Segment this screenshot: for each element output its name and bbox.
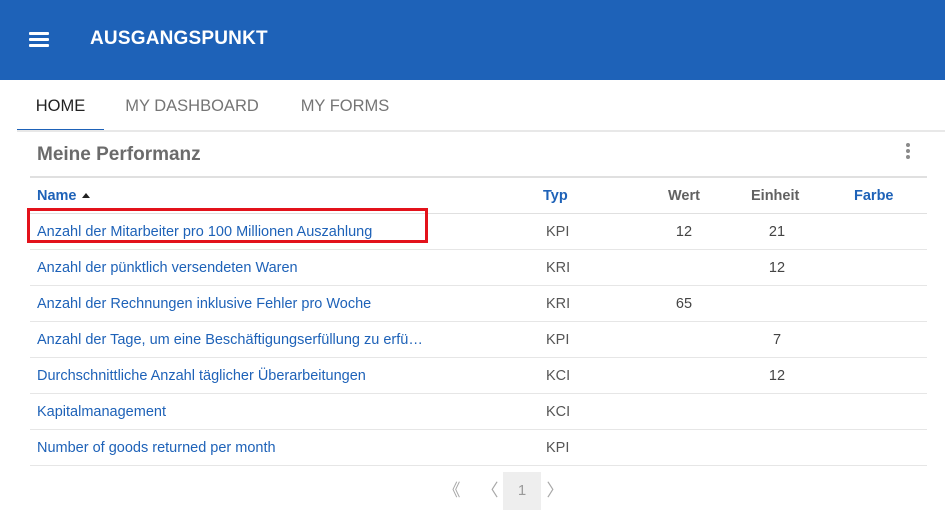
tab-my-dashboard[interactable]: MY DASHBOARD [117,80,267,132]
row-name-link[interactable]: Kapitalmanagement [37,394,477,430]
table-row: Anzahl der Rechnungen inklusive Fehler p… [30,286,927,322]
vertical-dots-icon[interactable] [900,143,916,161]
row-einheit: 21 [768,224,786,240]
row-name-link[interactable]: Anzahl der Mitarbeiter pro 100 Millionen… [37,214,477,250]
app-title: AUSGANGSPUNKT [90,28,268,49]
tab-bar: HOME MY DASHBOARD MY FORMS [0,80,945,132]
table-row: Anzahl der Mitarbeiter pro 100 Millionen… [30,214,927,250]
column-header-wert: Wert [668,188,700,204]
hamburger-menu-icon[interactable] [27,30,51,50]
row-typ: KPI [546,440,570,456]
row-name-link[interactable]: Anzahl der pünktlich versendeten Waren [37,250,477,286]
row-einheit: 12 [768,260,786,276]
table-header: Name Typ Wert Einheit Farbe [30,176,927,214]
table-row: Number of goods returned per month KPI [30,430,927,466]
next-page-icon[interactable]: 〉 [543,472,567,510]
column-header-name[interactable]: Name [37,178,90,215]
row-wert: 65 [675,296,693,312]
row-einheit: 7 [772,332,782,348]
previous-page-icon[interactable]: 〈 [478,472,502,510]
app-bar: AUSGANGSPUNKT [0,0,945,80]
tabs-divider [17,130,945,132]
tab-my-forms[interactable]: MY FORMS [290,80,400,132]
column-header-farbe[interactable]: Farbe [854,178,894,215]
row-wert: 12 [675,224,693,240]
row-name-link[interactable]: Durchschnittliche Anzahl täglicher Übera… [37,358,477,394]
tab-home[interactable]: HOME [17,80,104,132]
page-number-button[interactable]: 1 [503,472,541,510]
table-row: Anzahl der pünktlich versendeten Waren K… [30,250,927,286]
column-header-typ[interactable]: Typ [543,178,568,215]
row-typ: KCI [546,404,571,420]
row-typ: KRI [546,296,571,312]
row-name-link[interactable]: Number of goods returned per month [37,430,477,466]
panel-title: Meine Performanz [37,144,201,165]
row-einheit: 12 [768,368,786,384]
performance-table: Name Typ Wert Einheit Farbe Anzahl der M… [30,176,927,466]
row-name-link[interactable]: Anzahl der Rechnungen inklusive Fehler p… [37,286,477,322]
table-row: Kapitalmanagement KCI [30,394,927,430]
table-row: Anzahl der Tage, um eine Beschäftigungse… [30,322,927,358]
row-name-link[interactable]: Anzahl der Tage, um eine Beschäftigungse… [37,322,477,358]
row-typ: KPI [546,332,570,348]
row-typ: KRI [546,260,571,276]
sort-ascending-icon [81,193,90,198]
column-header-einheit: Einheit [751,188,800,204]
first-page-icon[interactable]: 《 [440,472,464,510]
row-typ: KCI [546,368,571,384]
table-row: Durchschnittliche Anzahl täglicher Übera… [30,358,927,394]
row-typ: KPI [546,224,570,240]
